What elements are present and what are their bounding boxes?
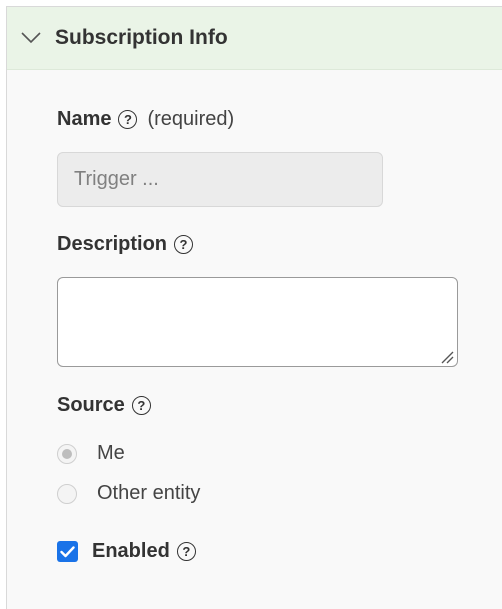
- required-indicator: (required): [147, 108, 235, 130]
- radio-me[interactable]: [57, 443, 77, 464]
- name-help-icon[interactable]: ?: [118, 110, 138, 129]
- section-header[interactable]: Subscription Info: [7, 7, 502, 70]
- enabled-checkbox[interactable]: [57, 541, 78, 562]
- source-label-row: Source ?: [57, 394, 151, 417]
- name-label-row: Name ? (required): [57, 108, 234, 131]
- description-help-icon[interactable]: ?: [174, 235, 194, 254]
- description-textarea[interactable]: [57, 277, 458, 367]
- source-option-me[interactable]: Me: [57, 442, 125, 465]
- enabled-help-icon[interactable]: ?: [176, 542, 196, 561]
- radio-me-label: Me: [97, 442, 125, 464]
- name-label: Name: [57, 108, 112, 130]
- resize-grip-icon[interactable]: [440, 350, 454, 364]
- radio-other-entity[interactable]: [57, 483, 77, 504]
- radio-selected-dot: [62, 448, 72, 459]
- chevron-down-icon[interactable]: [20, 27, 42, 49]
- radio-other-entity-label: Other entity: [97, 482, 201, 504]
- source-help-icon[interactable]: ?: [131, 396, 151, 415]
- description-label-row: Description ?: [57, 233, 194, 256]
- enabled-row: Enabled ?: [57, 540, 196, 563]
- name-input[interactable]: [57, 152, 383, 207]
- section-title: Subscription Info: [55, 26, 228, 49]
- subscription-info-panel: Subscription Info Name ? (required) Desc…: [6, 6, 502, 609]
- description-label: Description: [57, 233, 168, 255]
- source-option-other-entity[interactable]: Other entity: [57, 482, 200, 505]
- check-icon: [60, 545, 75, 557]
- enabled-label: Enabled: [92, 540, 170, 562]
- source-label: Source: [57, 394, 125, 416]
